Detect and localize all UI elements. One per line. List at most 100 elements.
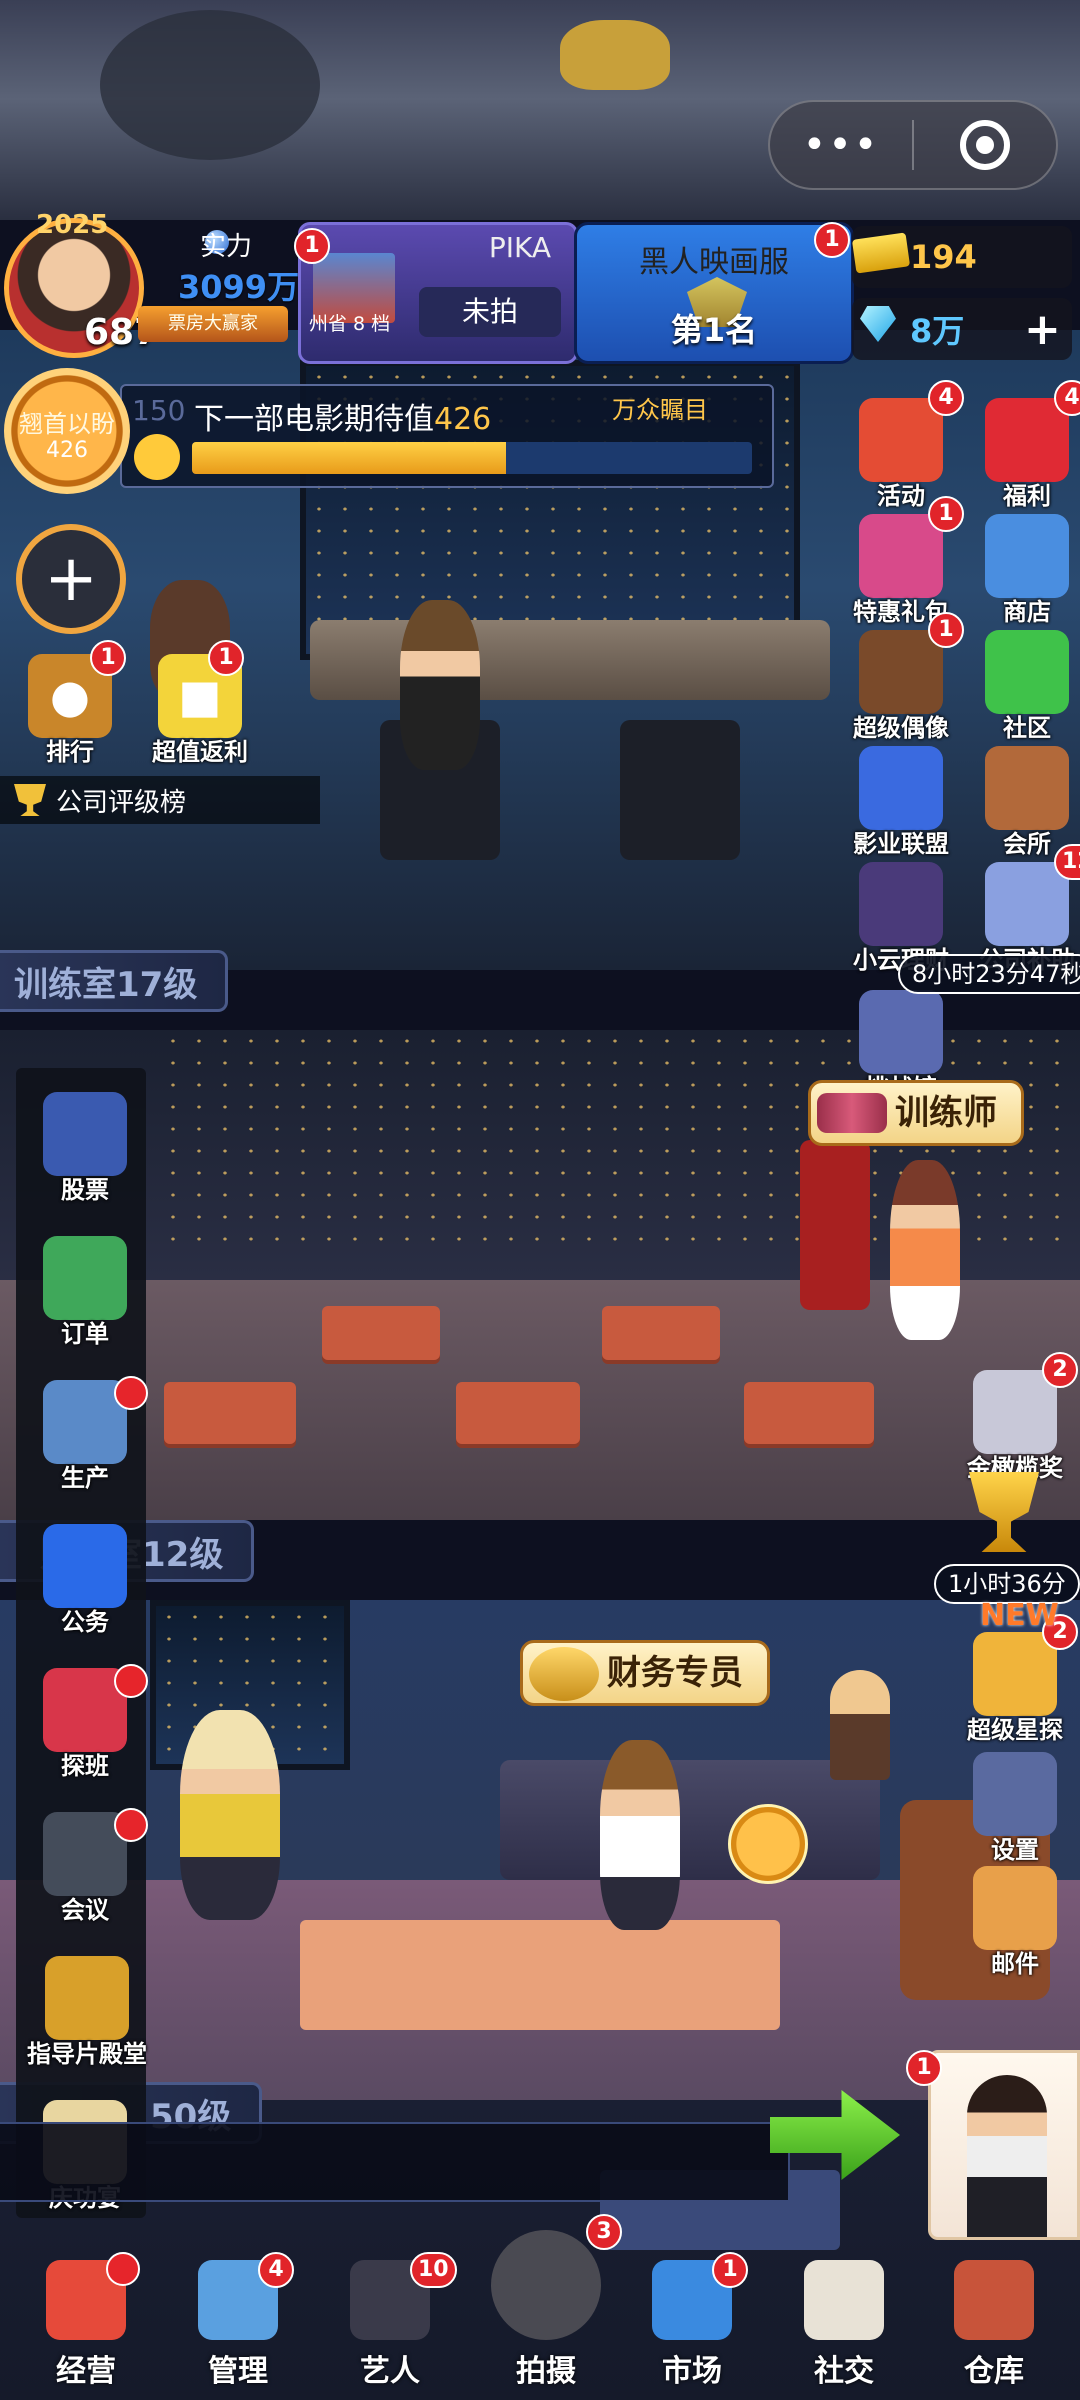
nav-camera[interactable]: 拍摄: [486, 2220, 606, 2389]
nav-badge: 3: [586, 2214, 622, 2250]
coins-stack-icon: [529, 1647, 599, 1701]
red-envelope-label: 福利: [1003, 482, 1051, 510]
trophy-clapper-label: 指导片殿堂: [27, 2040, 147, 2068]
gold-trophy-icon: [962, 1470, 1046, 1554]
npc-trainer[interactable]: [890, 1160, 960, 1340]
office-chair: [620, 720, 740, 860]
gift-box-icon: [859, 514, 943, 598]
gift-badge: 4: [928, 380, 964, 416]
rank-card-badge: 1: [814, 222, 850, 258]
building-label: 影业联盟: [853, 830, 949, 858]
chat-button[interactable]: 社区: [972, 630, 1080, 743]
stock-chart-label: 股票: [61, 1176, 109, 1204]
exercise-mat: [744, 1382, 874, 1444]
background-camera: [100, 10, 320, 160]
gear-button[interactable]: 设置: [960, 1752, 1070, 1865]
club-button[interactable]: 会所: [972, 746, 1080, 859]
anticipation-progress: [192, 442, 752, 474]
meeting-notification-dot: [114, 1808, 148, 1842]
handshake-button[interactable]: 订单: [36, 1236, 134, 1349]
mail-button[interactable]: 邮件: [960, 1866, 1070, 1979]
trainer-label[interactable]: 训练师: [808, 1080, 1024, 1146]
target-icon: [960, 120, 1010, 170]
coffee-icon: [804, 2260, 884, 2340]
coins-label: 超级星探: [967, 1716, 1063, 1744]
warehouse-icon: [954, 2260, 1034, 2340]
shop-button[interactable]: 商店: [972, 514, 1080, 627]
stock-chart-button[interactable]: 股票: [36, 1092, 134, 1205]
filming-status: 未拍: [419, 287, 561, 337]
gear-label: 设置: [991, 1836, 1039, 1864]
red-envelope-icon: [985, 398, 1069, 482]
trophy-clapper-icon: [45, 1956, 129, 2040]
gift-icon: [859, 398, 943, 482]
megaphone-icon: [985, 862, 1069, 946]
floor-rug: [300, 1920, 780, 2030]
title-badge: 票房大赢家: [138, 306, 288, 342]
building-button[interactable]: 影业联盟: [846, 746, 956, 859]
trophy-clapper-button[interactable]: 指导片殿堂: [20, 1956, 154, 2069]
npc-guide-badge: 1: [906, 2050, 942, 2086]
power-value: 3099万: [178, 268, 300, 306]
ranking-label: 排行: [46, 738, 94, 766]
table-lamp: [830, 1670, 890, 1780]
rebate-label: 超值返利: [152, 738, 248, 766]
exercise-mat: [322, 1306, 440, 1360]
finance-clerk-label[interactable]: 财务专员: [520, 1640, 770, 1706]
nav-label: 拍摄: [516, 2354, 576, 2389]
rebate-button[interactable]: ■ 超值返利: [138, 654, 262, 767]
medal-title: 翘首以盼: [19, 410, 115, 438]
handshake-icon: [43, 1236, 127, 1320]
clapperboard-label: 超级偶像: [853, 714, 949, 742]
anticipation-medal[interactable]: 翘首以盼 426: [4, 368, 130, 494]
news-ticker: [0, 2122, 790, 2202]
medal-value: 426: [46, 438, 88, 463]
training-room-label[interactable]: 训练室17级: [0, 950, 229, 1012]
nav-coffee[interactable]: 社交: [784, 2250, 904, 2400]
trophy-event-button[interactable]: [956, 1470, 1052, 1554]
company-card[interactable]: PIKA 州省 8 档 未拍: [298, 222, 578, 364]
server-rank: 第1名: [670, 311, 758, 349]
challenge-icon: [859, 990, 943, 1074]
nav-warehouse[interactable]: 仓库: [934, 2250, 1054, 2400]
factory-label: 生产: [61, 1464, 109, 1492]
nav-badge: 1: [712, 2252, 748, 2288]
collect-coin-button[interactable]: [728, 1804, 808, 1884]
close-mini-program-button[interactable]: [914, 120, 1056, 170]
nav-label: 管理: [208, 2354, 268, 2389]
company-rating-list[interactable]: 公司评级榜: [0, 776, 320, 824]
clapperboard-icon: [859, 630, 943, 714]
more-menu-button[interactable]: •••: [770, 122, 912, 168]
factory-notification-dot: [114, 1376, 148, 1410]
gift-box-badge: 1: [928, 496, 964, 532]
mail-label: 邮件: [991, 1950, 1039, 1978]
server-rank-card[interactable]: 黑人映画服 第1名: [574, 222, 854, 364]
npc-finance-clerk[interactable]: [600, 1740, 680, 1930]
expand-button[interactable]: +: [16, 524, 126, 634]
npc-blonde-artist[interactable]: [180, 1710, 280, 1920]
stock-chart-icon: [43, 1092, 127, 1176]
npc-guide-figure: [967, 2075, 1047, 2237]
flowers-label: 探班: [61, 1752, 109, 1780]
safe-icon: [859, 862, 943, 946]
club-icon: [985, 746, 1069, 830]
npc-guide-card[interactable]: [928, 2050, 1080, 2240]
heart-eyes-icon: [134, 434, 180, 480]
exercise-mat: [602, 1306, 720, 1360]
rebate-badge: 1: [208, 640, 244, 676]
nav-badge: 4: [258, 2252, 294, 2288]
handshake-label: 订单: [61, 1320, 109, 1348]
server-name: 黑人映画服: [639, 245, 789, 280]
gear-icon: [973, 1752, 1057, 1836]
anticipation-bar[interactable]: 150 下一部电影期待值426 万众瞩目: [120, 384, 774, 488]
phone-button[interactable]: 公务: [36, 1524, 134, 1637]
exercise-mat: [164, 1382, 296, 1444]
flowers-notification-dot: [114, 1664, 148, 1698]
exercise-mat: [456, 1382, 580, 1444]
shop-label: 商店: [1003, 598, 1051, 626]
add-diamonds-button[interactable]: +: [1024, 308, 1061, 352]
npc-secretary[interactable]: [400, 600, 480, 770]
red-envelope-button[interactable]: 福利: [972, 398, 1080, 511]
building-icon: [859, 746, 943, 830]
tickets-value: 194: [910, 238, 977, 276]
